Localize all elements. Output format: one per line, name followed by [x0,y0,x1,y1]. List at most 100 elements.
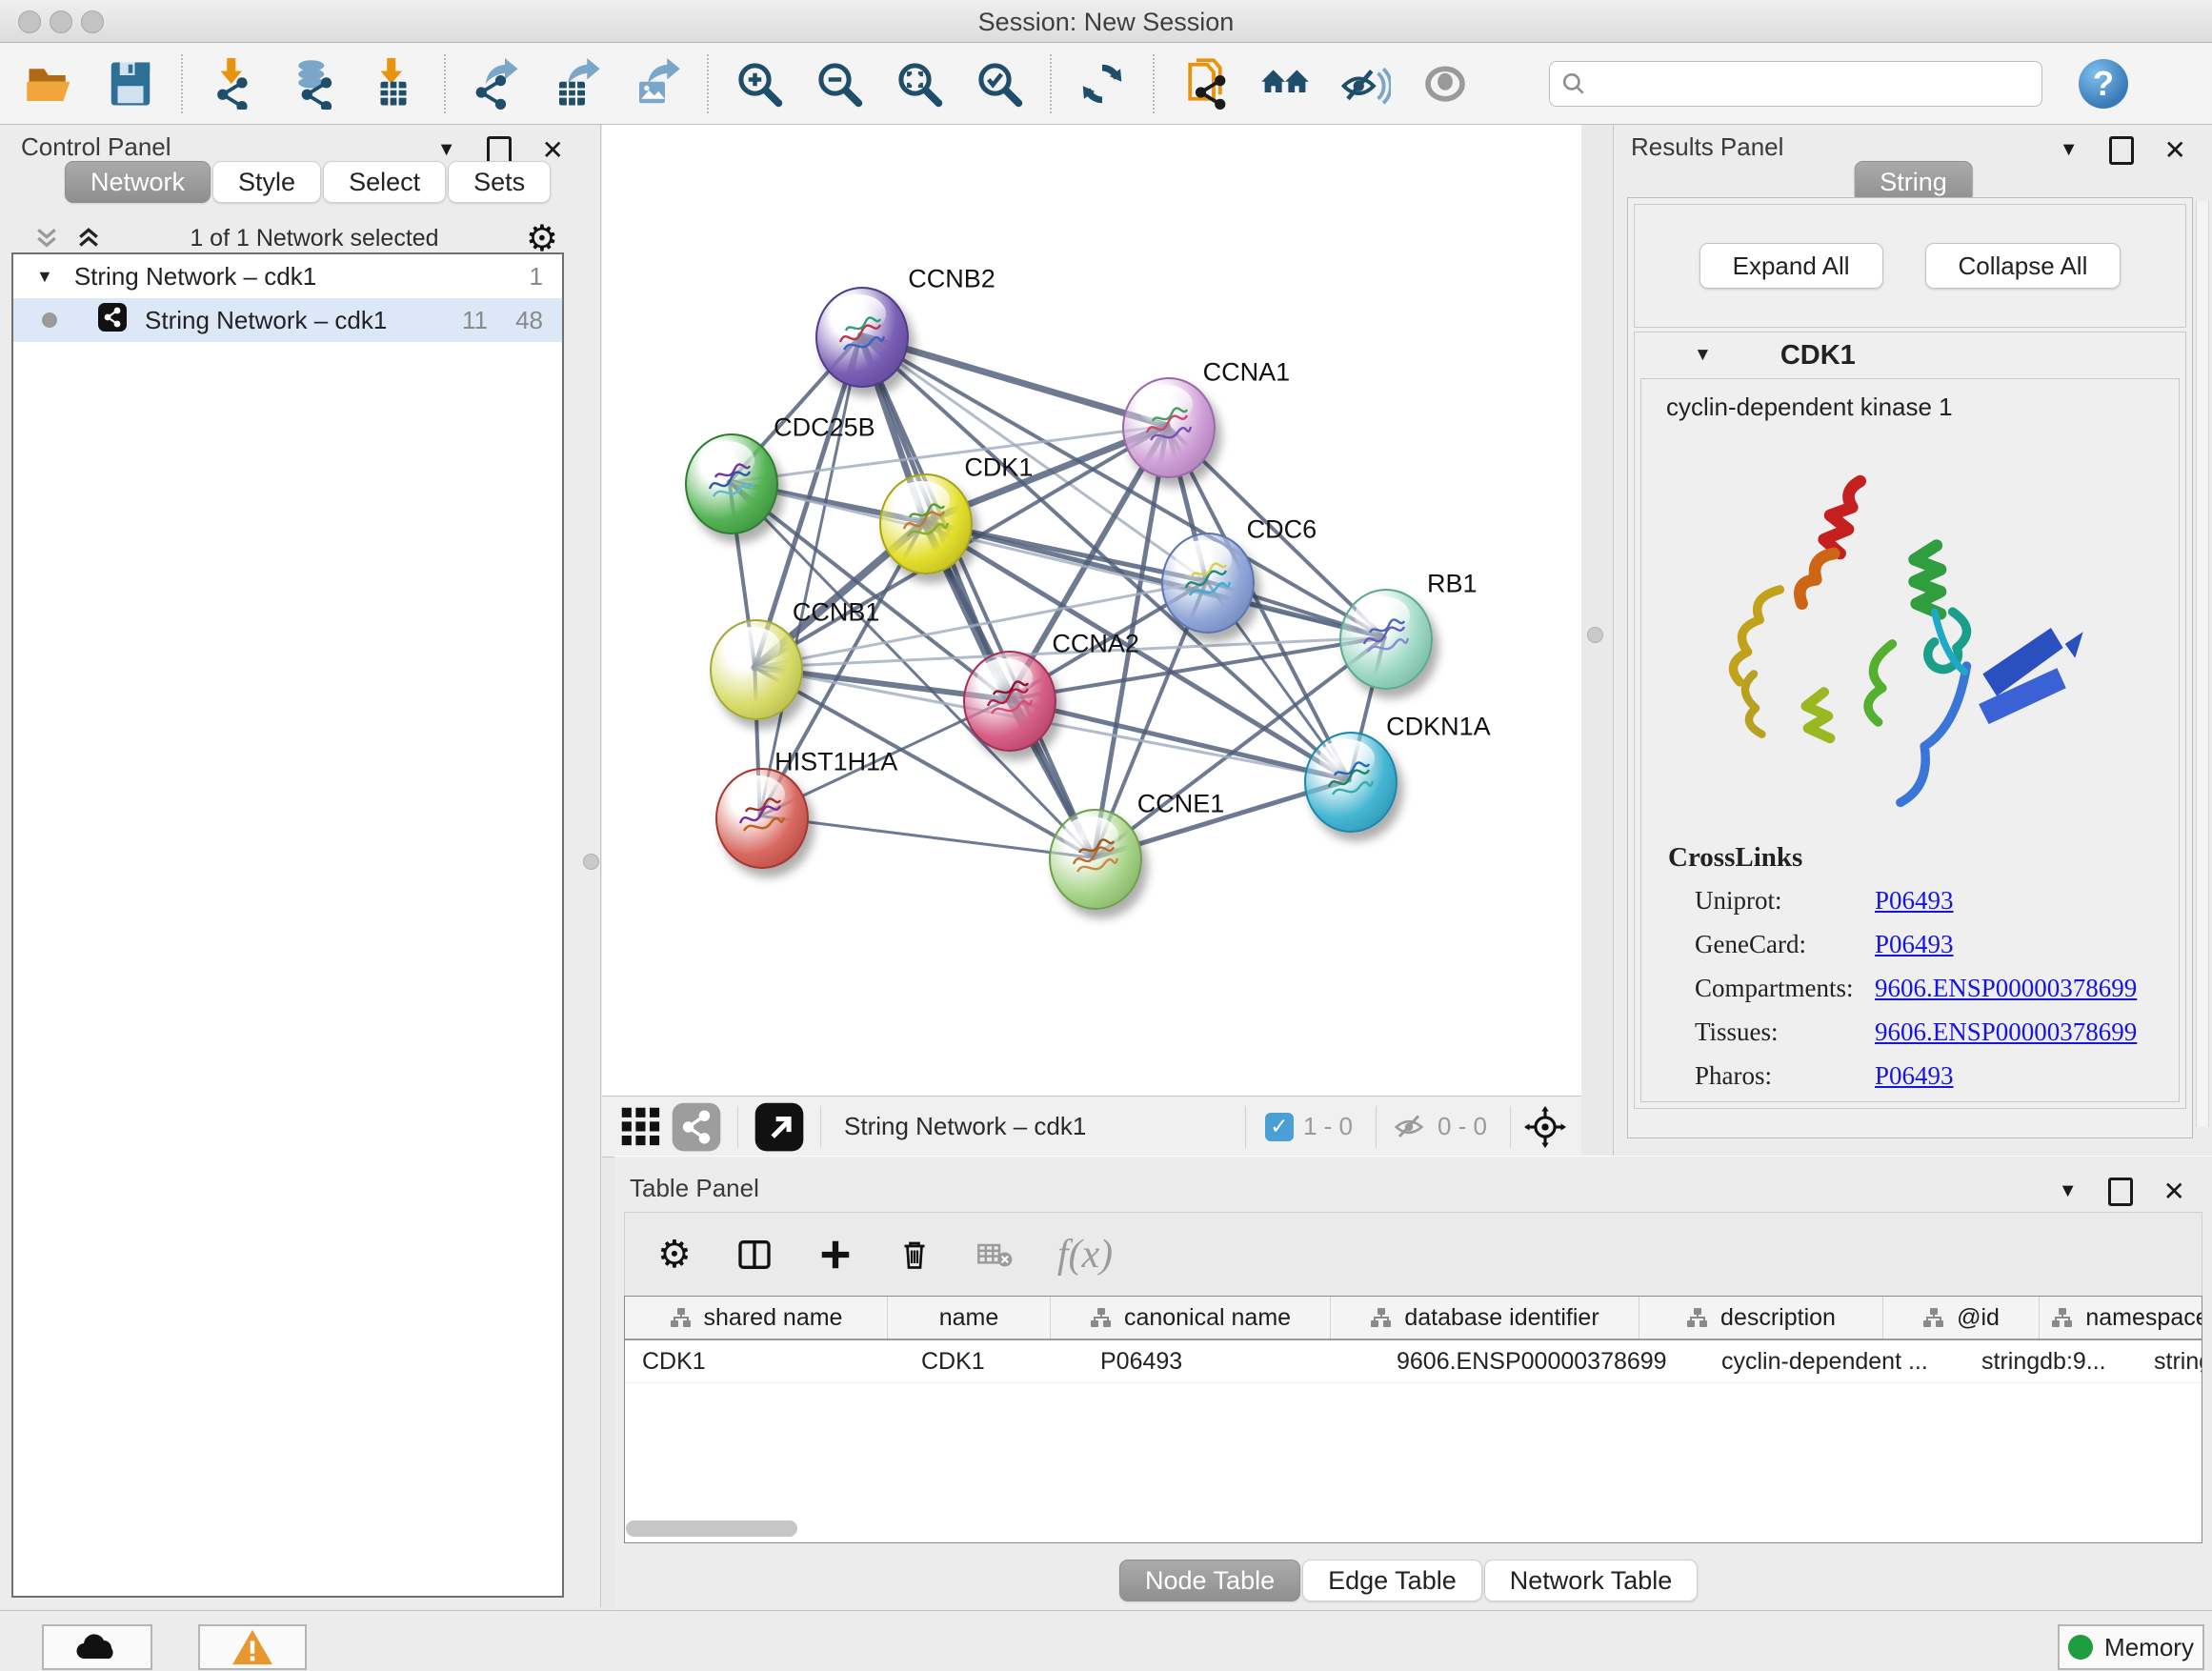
search-input[interactable] [1596,70,2030,98]
save-session-icon[interactable] [103,56,158,111]
column-header-@id[interactable]: @id [1883,1297,2040,1339]
crosslink-tissues-link[interactable]: 9606.ENSP00000378699 [1875,1017,2137,1047]
memory-button[interactable]: Memory [2058,1624,2204,1670]
collapse-all-chevrons-icon[interactable] [74,224,103,252]
table-row[interactable]: CDK1CDK1P064939606.ENSP00000378699cyclin… [625,1340,2202,1383]
crosslink-uniprot-link[interactable]: P06493 [1875,886,1954,916]
column-header-description[interactable]: description [1639,1297,1883,1339]
string-view-icon[interactable] [669,1099,724,1155]
network-node-rb1[interactable] [1339,589,1433,690]
network-node-ccnb2[interactable] [815,287,909,388]
search-icon [1561,71,1586,96]
column-header-name[interactable]: name [888,1297,1051,1339]
import-table-file-icon[interactable] [366,56,421,111]
zoom-in-icon[interactable] [732,56,787,111]
hide-selected-icon[interactable] [1337,56,1393,111]
cdk1-section-header[interactable]: ▼ CDK1 [1635,332,2185,378]
show-all-icon[interactable] [1418,56,1473,111]
zoom-fit-icon[interactable] [892,56,947,111]
network-collection-row[interactable]: ▼ String Network – cdk1 1 [13,254,562,298]
node-label-ccnb1: CCNB1 [793,597,880,627]
export-table-icon[interactable] [549,56,604,111]
column-header-canonical-name[interactable]: canonical name [1051,1297,1331,1339]
open-in-browser-icon[interactable] [752,1099,807,1155]
crosslink-genecard-link[interactable]: P06493 [1875,930,1954,959]
table-panel-float-icon[interactable] [2108,1178,2133,1206]
crosslink-label-uniprot: Uniprot: [1695,886,1782,916]
table-panel-collapse-icon[interactable]: ▼ [2059,1180,2078,1202]
node-label-hist1h1a: HIST1H1A [774,748,897,777]
show-columns-icon[interactable] [735,1236,774,1274]
tab-edge-table[interactable]: Edge Table [1302,1560,1482,1601]
results-panel-collapse-icon[interactable]: ▼ [2060,139,2079,161]
cdk1-section: ▼ CDK1 cyclin-dependent kinase 1 [1634,332,2186,1109]
table-horizontal-scrollbar[interactable] [626,1520,797,1537]
expand-all-chevrons-icon[interactable] [32,224,61,252]
network-node-ccne1[interactable] [1049,809,1142,910]
control-panel-float-icon[interactable] [487,136,512,165]
network-row[interactable]: String Network – cdk1 11 48 [13,298,562,342]
titlebar: Session: New Session [0,0,2212,43]
home-icon[interactable] [1257,56,1313,111]
tab-node-table[interactable]: Node Table [1119,1560,1300,1601]
collection-expander-icon[interactable]: ▼ [36,267,53,287]
grid-view-icon[interactable] [613,1099,669,1155]
selected-checkbox-icon[interactable]: ✓ [1265,1113,1294,1141]
crosslink-pharos-link[interactable]: P06493 [1875,1061,1954,1091]
control-panel-collapse-icon[interactable]: ▼ [437,139,456,161]
tab-sets[interactable]: Sets [448,161,551,203]
column-header-shared-name[interactable]: shared name [625,1297,888,1339]
network-node-ccna1[interactable] [1122,377,1216,478]
network-node-cdc6[interactable] [1161,533,1255,634]
open-session-icon[interactable] [23,56,78,111]
column-header-namespace[interactable]: namespace [2040,1297,2202,1339]
table-settings-gear-icon[interactable]: ⚙ [657,1233,692,1277]
delete-column-icon[interactable] [897,1237,932,1273]
node-label-ccna1: CCNA1 [1203,357,1291,387]
cdk1-expander-icon[interactable]: ▼ [1694,345,1712,366]
collapse-all-button[interactable]: Collapse All [1925,243,2122,289]
network-node-ccnb1[interactable] [710,619,803,720]
results-panel-close-icon[interactable]: ✕ [2164,134,2186,166]
crosslink-label-tissues: Tissues: [1695,1017,1779,1047]
network-tree: ▼ String Network – cdk1 1 String Network… [11,252,564,1598]
node-label-cdkn1a: CDKN1A [1386,712,1491,741]
tab-select[interactable]: Select [323,161,446,203]
network-node-cdkn1a[interactable] [1304,732,1398,833]
results-panel-float-icon[interactable] [2109,136,2134,165]
crosslink-compartments-link[interactable]: 9606.ENSP00000378699 [1875,974,2137,1003]
expand-all-button[interactable]: Expand All [1699,243,1883,289]
network-canvas[interactable]: CCNB2 CCNA1 CDC25B CDK1 CDC6 RB1CCNB1 CC… [602,125,1581,1096]
export-image-icon[interactable] [629,56,684,111]
column-header-database-identifier[interactable]: database identifier [1331,1297,1639,1339]
left-splitter-handle[interactable] [583,854,599,870]
refresh-icon[interactable] [1075,56,1130,111]
zoom-out-icon[interactable] [812,56,867,111]
network-node-cdk1[interactable] [879,473,973,574]
cell-name: CDK1 [904,1340,1083,1382]
right-splitter-handle[interactable] [1587,627,1603,643]
node-label-ccnb2: CCNB2 [908,265,995,294]
tab-network[interactable]: Network [65,161,211,203]
cloud-status-button[interactable] [42,1624,152,1670]
birds-eye-view-icon[interactable] [1524,1106,1566,1148]
import-network-database-icon[interactable] [286,56,341,111]
results-scrollbar[interactable] [2196,201,2209,1127]
network-node-ccna2[interactable] [963,651,1056,752]
create-column-icon[interactable] [817,1237,854,1273]
help-icon[interactable]: ? [2079,59,2128,109]
warnings-button[interactable] [198,1624,307,1670]
table-tabs: Node TableEdge TableNetwork Table [1119,1560,1699,1601]
node-table[interactable]: shared namenamecanonical namedatabase id… [624,1296,2202,1543]
import-network-file-icon[interactable] [206,56,261,111]
tab-network-table[interactable]: Network Table [1484,1560,1699,1601]
table-panel-close-icon[interactable]: ✕ [2163,1176,2185,1207]
zoom-selected-icon[interactable] [972,56,1027,111]
export-network-icon[interactable] [469,56,524,111]
search-box[interactable] [1549,61,2042,107]
network-from-file-icon[interactable] [1177,56,1233,111]
network-node-cdc25b[interactable] [685,433,778,534]
tab-style[interactable]: Style [212,161,321,203]
main-toolbar: ? [0,43,2212,125]
network-node-hist1h1a[interactable] [715,768,809,869]
